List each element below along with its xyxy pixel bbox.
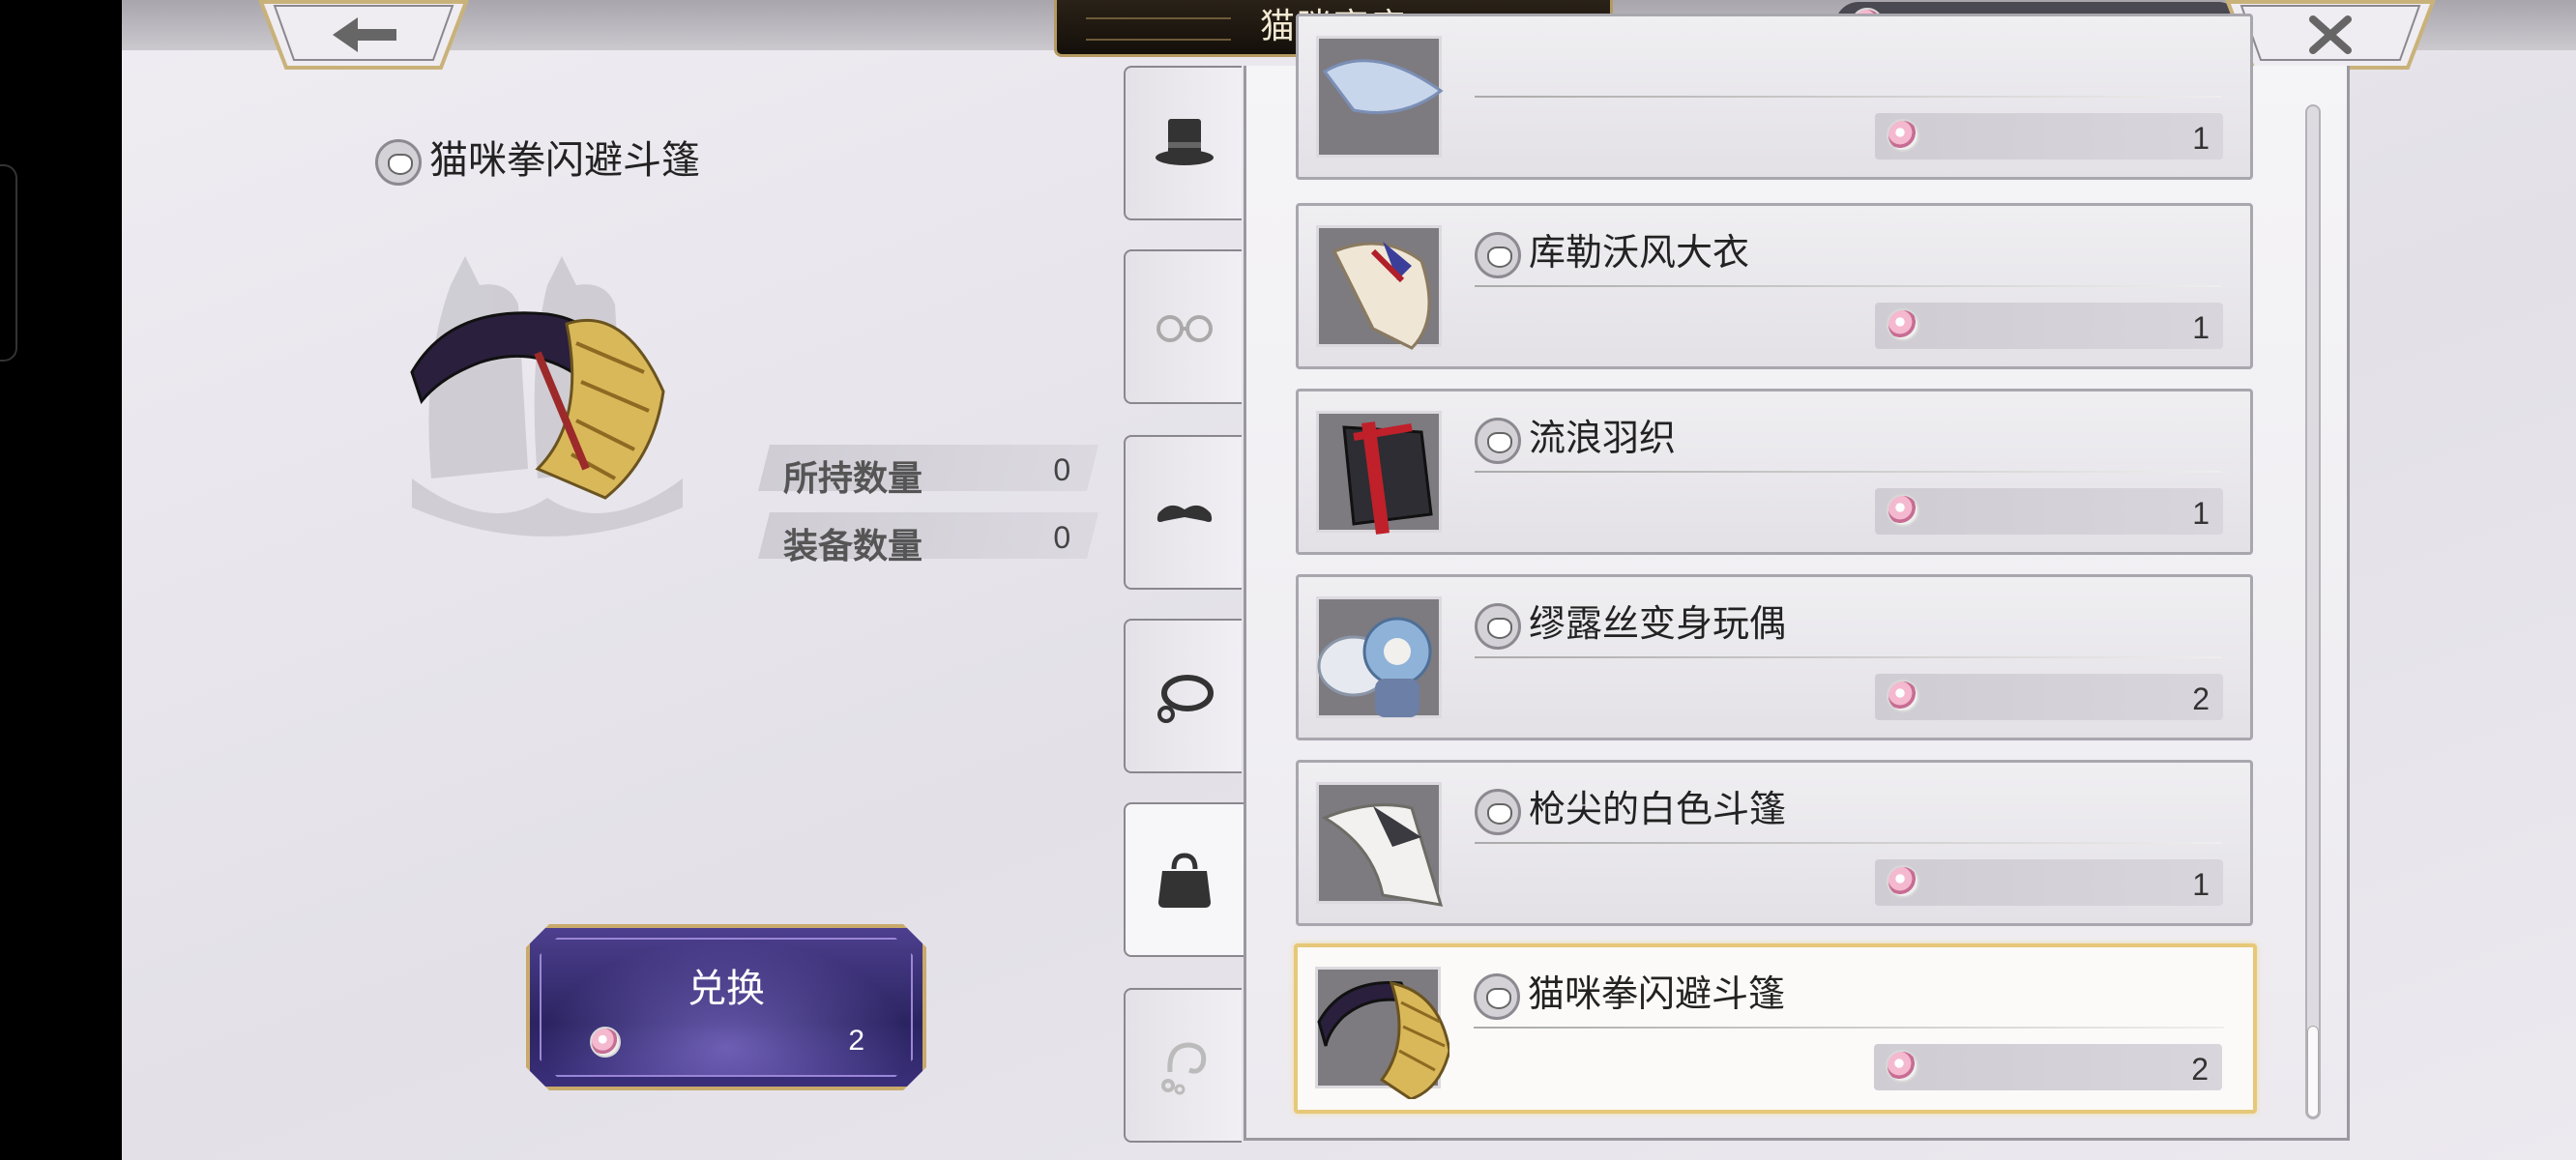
cat-icon <box>1474 972 1520 1020</box>
selected-item-name: 猫咪拳闪避斗篷 <box>429 139 700 182</box>
list-item[interactable]: 库勒沃风大衣 1 <box>1296 203 2253 369</box>
list-item[interactable]: 缪露丝变身玩偶 2 <box>1296 574 2253 740</box>
item-price-value: 2 <box>2192 682 2210 716</box>
divider <box>1475 471 2221 473</box>
top-hat-icon <box>1156 119 1214 165</box>
owned-count-row: 所持数量 0 <box>758 445 1098 498</box>
game-screen: 猫咪商店 88 猫咪拳闪避斗篷 所持数量 0 装 <box>122 0 2576 1160</box>
item-thumbnail <box>1315 967 1449 1099</box>
cat-icon <box>1475 788 1521 835</box>
exchange-label: 兑换 <box>688 968 765 1010</box>
item-name: 缪露丝变身玩偶 <box>1475 598 1786 651</box>
cat-icon <box>1475 417 1521 464</box>
list-scrollbar[interactable] <box>2305 104 2321 1119</box>
cat-icon <box>1475 602 1521 650</box>
item-thumbnail <box>1316 596 1442 718</box>
back-button[interactable] <box>257 0 470 70</box>
cat-coin-icon <box>1887 680 1919 712</box>
item-price: 2 <box>1874 1044 2222 1090</box>
exchange-cost: 2 <box>848 1025 864 1057</box>
selected-item-title: 猫咪拳闪避斗篷 <box>375 133 700 188</box>
item-price-value: 2 <box>2191 1052 2209 1087</box>
item-price: 2 <box>1875 674 2223 720</box>
bag-icon <box>1158 853 1211 908</box>
divider <box>1475 96 2221 98</box>
item-price-value: 1 <box>2192 121 2210 156</box>
cat-icon <box>1475 231 1521 278</box>
cat-coin-icon <box>1887 865 1919 898</box>
mustache-icon <box>1156 505 1213 522</box>
exchange-button[interactable]: 兑换 2 <box>526 924 926 1090</box>
equipped-count-row: 装备数量 0 <box>758 512 1098 566</box>
item-thumbnail <box>1316 225 1442 350</box>
collar-icon <box>1157 675 1214 723</box>
tab-bags[interactable] <box>1124 802 1247 957</box>
equipped-label: 装备数量 <box>783 526 923 566</box>
cat-coin-icon <box>1887 308 1919 341</box>
scrollbar-thumb[interactable] <box>2307 1026 2319 1117</box>
tab-glasses[interactable] <box>1124 249 1242 404</box>
device-edge <box>0 164 17 362</box>
glasses-icon <box>1156 315 1213 342</box>
item-price: 1 <box>1875 113 2223 160</box>
selected-item-image <box>393 246 702 546</box>
item-price-value: 1 <box>2192 496 2210 531</box>
item-price-value: 1 <box>2192 867 2210 902</box>
list-item[interactable]: 枪尖的白色斗篷 1 <box>1296 760 2253 926</box>
tab-hats[interactable] <box>1124 66 1242 220</box>
item-price-value: 1 <box>2192 310 2210 345</box>
divider <box>1474 1027 2224 1029</box>
item-thumbnail <box>1316 36 1444 158</box>
tab-mustache[interactable] <box>1124 435 1242 590</box>
owned-label: 所持数量 <box>783 458 923 498</box>
cat-icon <box>375 139 422 187</box>
close-icon <box>2225 0 2436 70</box>
cat-coin-icon <box>1887 119 1919 152</box>
divider <box>1475 285 2221 287</box>
owned-value: 0 <box>1053 452 1071 487</box>
tab-collar[interactable] <box>1124 619 1242 773</box>
back-arrow-icon <box>258 0 469 70</box>
cat-coin-icon <box>1887 494 1919 527</box>
item-thumbnail <box>1316 411 1442 535</box>
item-thumbnail <box>1316 782 1444 907</box>
item-price: 1 <box>1875 303 2223 349</box>
tab-ribbons[interactable] <box>1124 988 1242 1143</box>
ribbon-icon <box>1161 1042 1207 1095</box>
divider <box>1475 842 2221 844</box>
equipped-value: 0 <box>1053 520 1071 555</box>
item-price: 1 <box>1875 859 2223 906</box>
list-item[interactable]: 1 <box>1296 14 2253 180</box>
item-name: 库勒沃风大衣 <box>1475 227 1749 279</box>
item-price: 1 <box>1875 488 2223 535</box>
item-name: 枪尖的白色斗篷 <box>1475 784 1786 836</box>
cat-coin-icon <box>590 1027 621 1058</box>
divider <box>1475 656 2221 658</box>
item-name: 流浪羽织 <box>1475 413 1676 465</box>
list-item[interactable]: 流浪羽织 1 <box>1296 389 2253 555</box>
item-name: 猫咪拳闪避斗篷 <box>1474 969 1785 1021</box>
cat-coin-icon <box>1886 1050 1918 1083</box>
close-button[interactable] <box>2224 0 2437 70</box>
list-item-selected[interactable]: 猫咪拳闪避斗篷 2 <box>1294 943 2257 1114</box>
